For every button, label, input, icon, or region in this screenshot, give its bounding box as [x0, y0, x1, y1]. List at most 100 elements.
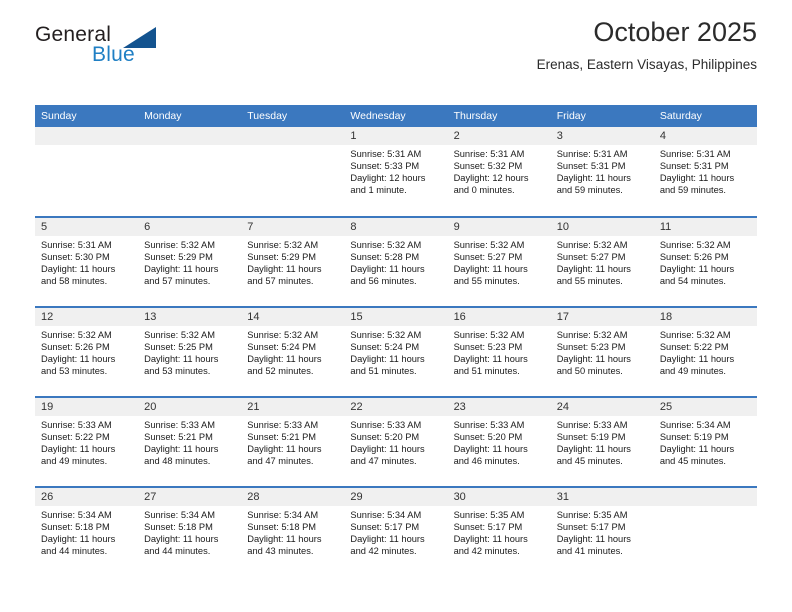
day-sunrise: Sunrise: 5:32 AM	[556, 330, 628, 340]
weekday-header-thursday: Thursday	[447, 105, 551, 127]
day-sunrise: Sunrise: 5:32 AM	[247, 240, 319, 250]
day-sunrise: Sunrise: 5:32 AM	[41, 330, 112, 340]
day-details: Sunrise: 5:35 AM Sunset: 5:17 PM Daylight:…	[448, 506, 551, 557]
day-number: 3	[550, 127, 654, 145]
calendar-day-cell[interactable]: 26 Sunrise: 5:34 AM Sunset: 5:18 PM Dayligh…	[35, 486, 139, 577]
calendar-day-cell[interactable]: 10 Sunrise: 5:32 AM Sunset: 5:27 PM Dayligh…	[550, 216, 654, 307]
day-sunrise: Sunrise: 5:32 AM	[659, 240, 731, 250]
calendar-week-row: 26 Sunrise: 5:34 AM Sunset: 5:18 PM Dayligh…	[35, 486, 757, 577]
calendar-day-cell[interactable]: 12 Sunrise: 5:32 AM Sunset: 5:26 PM Dayligh…	[35, 306, 139, 397]
calendar-day-cell[interactable]: 14 Sunrise: 5:32 AM Sunset: 5:24 PM Dayligh…	[241, 306, 345, 397]
calendar-day-cell[interactable]: 19 Sunrise: 5:33 AM Sunset: 5:22 PM Dayligh…	[35, 396, 139, 487]
day-daylight-line2: and 57 minutes.	[144, 276, 211, 287]
brand-logo[interactable]: General Blue	[35, 24, 275, 74]
calendar-day-cell[interactable]: 18 Sunrise: 5:32 AM Sunset: 5:22 PM Dayligh…	[653, 306, 757, 397]
day-details: Sunrise: 5:31 AM Sunset: 5:31 PM Daylight:…	[654, 145, 757, 196]
day-sunset: Sunset: 5:23 PM	[556, 342, 626, 353]
day-daylight-line2: and 55 minutes.	[556, 276, 623, 287]
calendar-day-cell[interactable]: 25 Sunrise: 5:34 AM Sunset: 5:19 PM Dayligh…	[653, 396, 757, 487]
day-daylight-line1: Daylight: 11 hours	[556, 173, 631, 184]
day-daylight-line1: Daylight: 11 hours	[247, 444, 322, 455]
calendar-day-cell[interactable]: 13 Sunrise: 5:32 AM Sunset: 5:25 PM Dayligh…	[138, 306, 242, 397]
calendar-day-cell[interactable]: 23 Sunrise: 5:33 AM Sunset: 5:20 PM Dayligh…	[447, 396, 551, 487]
day-daylight-line2: and 42 minutes.	[453, 546, 520, 557]
day-daylight-line2: and 42 minutes.	[350, 546, 417, 557]
day-daylight-line1: Daylight: 11 hours	[556, 264, 631, 275]
day-sunset: Sunset: 5:29 PM	[144, 252, 213, 263]
day-daylight-line2: and 46 minutes.	[453, 456, 520, 467]
day-daylight-line2: and 1 minute.	[350, 185, 407, 196]
day-number	[241, 127, 345, 145]
day-daylight-line1: Daylight: 11 hours	[453, 534, 528, 545]
calendar-week-row: 1 Sunrise: 5:31 AM Sunset: 5:33 PM Daylight…	[35, 127, 757, 217]
day-details: Sunrise: 5:32 AM Sunset: 5:25 PM Daylight:…	[138, 326, 241, 377]
calendar-day-cell[interactable]: 1 Sunrise: 5:31 AM Sunset: 5:33 PM Daylight…	[344, 127, 448, 217]
day-sunset: Sunset: 5:21 PM	[247, 432, 317, 443]
day-sunset: Sunset: 5:22 PM	[41, 432, 110, 443]
calendar-day-cell[interactable]: 28 Sunrise: 5:34 AM Sunset: 5:18 PM Dayligh…	[241, 486, 345, 577]
calendar-day-cell[interactable]: 2 Sunrise: 5:31 AM Sunset: 5:32 PM Daylight…	[447, 127, 551, 217]
day-number: 5	[35, 218, 139, 236]
day-number: 25	[653, 398, 757, 416]
day-sunrise: Sunrise: 5:32 AM	[144, 240, 215, 250]
day-details: Sunrise: 5:31 AM Sunset: 5:31 PM Daylight:…	[551, 145, 654, 196]
page-title: October 2025	[593, 17, 757, 47]
day-number: 14	[241, 308, 345, 326]
calendar-day-cell[interactable]: 5 Sunrise: 5:31 AM Sunset: 5:30 PM Daylight…	[35, 216, 139, 307]
calendar-day-cell[interactable]: 6 Sunrise: 5:32 AM Sunset: 5:29 PM Daylight…	[138, 216, 242, 307]
day-number: 28	[241, 488, 345, 506]
day-daylight-line1: Daylight: 11 hours	[659, 264, 735, 275]
day-number: 11	[653, 218, 757, 236]
calendar-day-cell[interactable]: 27 Sunrise: 5:34 AM Sunset: 5:18 PM Dayligh…	[138, 486, 242, 577]
day-details: Sunrise: 5:32 AM Sunset: 5:23 PM Daylight:…	[551, 326, 654, 377]
day-sunset: Sunset: 5:28 PM	[350, 252, 420, 263]
day-sunrise: Sunrise: 5:31 AM	[453, 149, 525, 159]
weekday-header-friday: Friday	[550, 105, 654, 127]
calendar-day-cell[interactable]: 3 Sunrise: 5:31 AM Sunset: 5:31 PM Daylight…	[550, 127, 654, 217]
calendar-day-cell[interactable]: 29 Sunrise: 5:34 AM Sunset: 5:17 PM Dayligh…	[344, 486, 448, 577]
calendar-day-cell[interactable]: 30 Sunrise: 5:35 AM Sunset: 5:17 PM Dayligh…	[447, 486, 551, 577]
day-details: Sunrise: 5:34 AM Sunset: 5:18 PM Daylight:…	[35, 506, 138, 557]
calendar-day-cell[interactable]: 11 Sunrise: 5:32 AM Sunset: 5:26 PM Dayligh…	[653, 216, 757, 307]
calendar-day-cell[interactable]: 31 Sunrise: 5:35 AM Sunset: 5:17 PM Dayligh…	[550, 486, 654, 577]
day-number: 17	[550, 308, 654, 326]
day-daylight-line1: Daylight: 11 hours	[659, 173, 735, 184]
day-number: 18	[653, 308, 757, 326]
calendar-week-row: 5 Sunrise: 5:31 AM Sunset: 5:30 PM Daylight…	[35, 216, 757, 307]
calendar-day-cell[interactable]: 21 Sunrise: 5:33 AM Sunset: 5:21 PM Dayligh…	[241, 396, 345, 487]
day-sunset: Sunset: 5:24 PM	[247, 342, 317, 353]
day-sunset: Sunset: 5:32 PM	[453, 161, 523, 172]
day-sunrise: Sunrise: 5:33 AM	[453, 420, 525, 430]
day-details: Sunrise: 5:33 AM Sunset: 5:21 PM Daylight:…	[241, 416, 344, 467]
calendar-day-cell[interactable]: 22 Sunrise: 5:33 AM Sunset: 5:20 PM Dayligh…	[344, 396, 448, 487]
day-number	[35, 127, 139, 145]
day-daylight-line1: Daylight: 11 hours	[556, 354, 631, 365]
day-sunrise: Sunrise: 5:35 AM	[453, 510, 525, 520]
calendar-day-cell[interactable]: 24 Sunrise: 5:33 AM Sunset: 5:19 PM Dayligh…	[550, 396, 654, 487]
calendar-day-cell[interactable]: 4 Sunrise: 5:31 AM Sunset: 5:31 PM Daylight…	[653, 127, 757, 217]
calendar-day-cell[interactable]: 8 Sunrise: 5:32 AM Sunset: 5:28 PM Daylight…	[344, 216, 448, 307]
day-number: 12	[35, 308, 139, 326]
day-daylight-line2: and 55 minutes.	[453, 276, 520, 287]
calendar-day-cell[interactable]: 16 Sunrise: 5:32 AM Sunset: 5:23 PM Dayligh…	[447, 306, 551, 397]
day-sunset: Sunset: 5:30 PM	[41, 252, 110, 263]
calendar-day-cell[interactable]: 15 Sunrise: 5:32 AM Sunset: 5:24 PM Dayligh…	[344, 306, 448, 397]
day-daylight-line2: and 57 minutes.	[247, 276, 314, 287]
day-number: 21	[241, 398, 345, 416]
day-daylight-line2: and 49 minutes.	[41, 456, 108, 467]
day-daylight-line2: and 56 minutes.	[350, 276, 417, 287]
day-sunset: Sunset: 5:26 PM	[659, 252, 729, 263]
day-details: Sunrise: 5:35 AM Sunset: 5:17 PM Daylight:…	[551, 506, 654, 557]
calendar-day-cell[interactable]: 9 Sunrise: 5:32 AM Sunset: 5:27 PM Daylight…	[447, 216, 551, 307]
calendar-day-cell[interactable]: 20 Sunrise: 5:33 AM Sunset: 5:21 PM Dayligh…	[138, 396, 242, 487]
day-daylight-line1: Daylight: 11 hours	[41, 534, 116, 545]
day-details: Sunrise: 5:32 AM Sunset: 5:27 PM Daylight:…	[551, 236, 654, 287]
day-details: Sunrise: 5:33 AM Sunset: 5:20 PM Daylight:…	[344, 416, 447, 467]
calendar-day-cell[interactable]: 7 Sunrise: 5:32 AM Sunset: 5:29 PM Daylight…	[241, 216, 345, 307]
day-number: 9	[447, 218, 551, 236]
day-sunrise: Sunrise: 5:31 AM	[659, 149, 731, 159]
day-sunrise: Sunrise: 5:35 AM	[556, 510, 628, 520]
day-daylight-line1: Daylight: 11 hours	[144, 444, 219, 455]
day-details: Sunrise: 5:32 AM Sunset: 5:27 PM Daylight:…	[448, 236, 551, 287]
calendar-day-cell[interactable]: 17 Sunrise: 5:32 AM Sunset: 5:23 PM Dayligh…	[550, 306, 654, 397]
